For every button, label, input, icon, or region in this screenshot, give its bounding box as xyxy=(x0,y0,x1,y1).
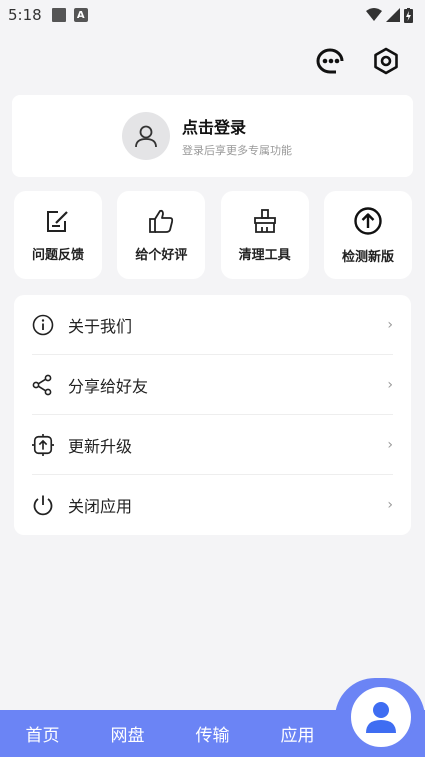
login-text: 点击登录 登录后享更多专属功能 xyxy=(182,114,292,158)
wifi-icon xyxy=(366,8,382,21)
chevron-right-icon: › xyxy=(387,436,393,453)
user-icon xyxy=(135,125,157,148)
quick-actions: 问题反馈 给个好评 清理工具 检测新版 xyxy=(14,191,412,279)
customer-service-button[interactable] xyxy=(313,44,347,78)
status-right xyxy=(366,7,413,23)
robot-chat-icon xyxy=(316,48,344,74)
menu-item-close-app[interactable]: 关闭应用 › xyxy=(32,475,393,535)
menu-item-update[interactable]: 更新升级 › xyxy=(32,415,393,475)
clean-tool-button[interactable]: 清理工具 xyxy=(220,191,309,279)
chevron-right-icon: › xyxy=(387,497,393,513)
battery-icon xyxy=(404,7,413,23)
status-bar: 5:18 A xyxy=(0,0,425,30)
feedback-button[interactable]: 问题反馈 xyxy=(14,191,102,279)
menu-label-share: 分享给好友 xyxy=(68,376,149,396)
broom-icon xyxy=(253,208,276,233)
nav-tab-home[interactable]: 首页 xyxy=(0,721,85,746)
check-update-button[interactable]: 检测新版 xyxy=(323,191,412,279)
login-card[interactable]: 点击登录 登录后享更多专属功能 xyxy=(12,95,413,177)
menu-item-about[interactable]: 关于我们 › xyxy=(32,295,393,355)
update-icon xyxy=(32,433,54,456)
notification-square-icon xyxy=(51,8,66,22)
edit-icon xyxy=(47,210,68,232)
nav-tab-transfer[interactable]: 传输 xyxy=(170,721,255,746)
login-title: 点击登录 xyxy=(182,118,247,137)
chevron-right-icon: › xyxy=(387,316,393,333)
notification-a-icon: A xyxy=(73,8,88,22)
info-icon xyxy=(32,314,54,336)
settings-button[interactable] xyxy=(369,44,403,78)
menu-label-about: 关于我们 xyxy=(68,316,133,336)
feedback-label: 问题反馈 xyxy=(31,247,84,263)
top-actions xyxy=(313,44,403,78)
settings-hex-icon xyxy=(374,47,398,75)
menu-list: 关于我们 › 分享给好友 › 更新升级 › 关闭应用 › xyxy=(14,295,411,535)
share-icon xyxy=(32,374,54,396)
check-update-label: 检测新版 xyxy=(341,249,394,265)
nav-tab-apps[interactable]: 应用 xyxy=(255,721,340,746)
status-time: 5:18 xyxy=(8,6,42,24)
signal-icon xyxy=(386,8,400,22)
power-icon xyxy=(32,494,54,516)
rate-label: 给个好评 xyxy=(135,247,188,263)
profile-icon xyxy=(366,702,396,733)
avatar xyxy=(122,112,170,160)
rate-button[interactable]: 给个好评 xyxy=(117,191,206,279)
chevron-right-icon: › xyxy=(387,376,393,393)
upload-circle-icon xyxy=(354,206,382,235)
nav-tab-profile[interactable] xyxy=(347,683,415,751)
clean-tool-label: 清理工具 xyxy=(238,247,291,263)
menu-item-share[interactable]: 分享给好友 › xyxy=(32,355,393,415)
thumbs-up-icon xyxy=(149,209,174,233)
nav-tab-cloud[interactable]: 网盘 xyxy=(85,721,170,746)
menu-label-update: 更新升级 xyxy=(68,436,133,456)
menu-label-close-app: 关闭应用 xyxy=(68,497,133,516)
login-subtitle: 登录后享更多专属功能 xyxy=(182,144,292,157)
